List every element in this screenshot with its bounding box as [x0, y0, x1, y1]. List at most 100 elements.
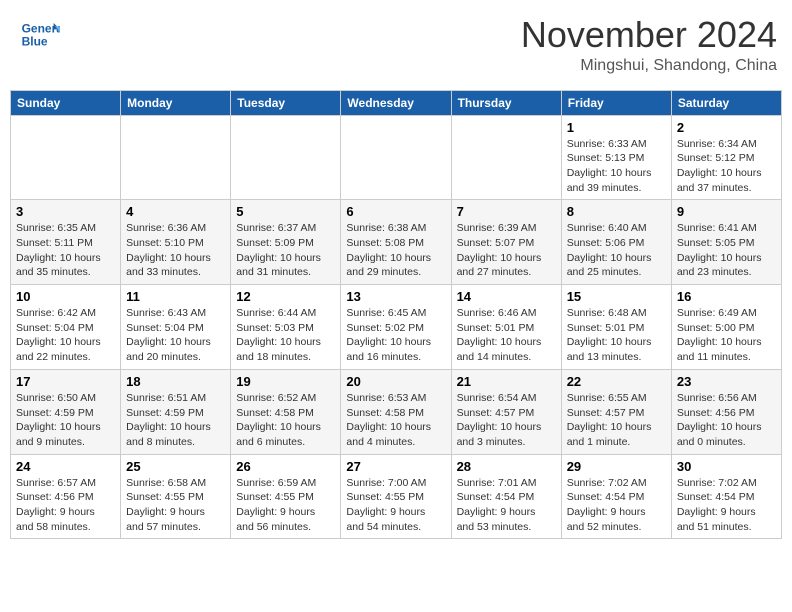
day-cell: 27 Sunrise: 7:00 AM Sunset: 4:55 PM Dayli…	[341, 454, 451, 539]
day-number: 2	[677, 120, 776, 135]
day-number: 30	[677, 459, 776, 474]
day-number: 19	[236, 374, 335, 389]
day-cell: 12Sunrise: 6:44 AM Sunset: 5:03 PM Dayli…	[231, 285, 341, 370]
day-cell	[341, 115, 451, 200]
day-cell: 8Sunrise: 6:40 AM Sunset: 5:06 PM Daylig…	[561, 200, 671, 285]
week-row-4: 24 Sunrise: 6:57 AM Sunset: 4:56 PM Dayli…	[11, 454, 782, 539]
day-info: Sunrise: 6:51 AM Sunset: 4:59 PM Dayligh…	[126, 391, 225, 450]
day-number: 20	[346, 374, 445, 389]
weekday-tuesday: Tuesday	[231, 90, 341, 115]
month-title: November 2024	[521, 15, 777, 55]
day-cell: 14 Sunrise: 6:46 AM Sunset: 5:01 PM Dayli…	[451, 285, 561, 370]
day-info: Sunrise: 6:56 AM Sunset: 4:56 PM Dayligh…	[677, 391, 776, 450]
day-cell: 3 Sunrise: 6:35 AM Sunset: 5:11 PM Daylig…	[11, 200, 121, 285]
weekday-monday: Monday	[121, 90, 231, 115]
day-info: Sunrise: 7:02 AM Sunset: 4:54 PM Dayligh…	[677, 476, 776, 535]
day-cell: 26Sunrise: 6:59 AM Sunset: 4:55 PM Dayli…	[231, 454, 341, 539]
day-info: Sunrise: 7:01 AM Sunset: 4:54 PM Dayligh…	[457, 476, 556, 535]
week-row-2: 10 Sunrise: 6:42 AM Sunset: 5:04 PM Dayli…	[11, 285, 782, 370]
day-number: 17	[16, 374, 115, 389]
day-info: Sunrise: 6:35 AM Sunset: 5:11 PM Dayligh…	[16, 221, 115, 280]
day-info: Sunrise: 6:57 AM Sunset: 4:56 PM Dayligh…	[16, 476, 115, 535]
day-number: 21	[457, 374, 556, 389]
day-info: Sunrise: 6:44 AM Sunset: 5:03 PM Dayligh…	[236, 306, 335, 365]
weekday-saturday: Saturday	[671, 90, 781, 115]
day-cell: 24 Sunrise: 6:57 AM Sunset: 4:56 PM Dayli…	[11, 454, 121, 539]
day-cell: 17 Sunrise: 6:50 AM Sunset: 4:59 PM Dayli…	[11, 369, 121, 454]
day-number: 16	[677, 289, 776, 304]
day-number: 27	[346, 459, 445, 474]
day-cell: 20 Sunrise: 6:53 AM Sunset: 4:58 PM Dayli…	[341, 369, 451, 454]
day-cell: 4Sunrise: 6:36 AM Sunset: 5:10 PM Daylig…	[121, 200, 231, 285]
day-info: Sunrise: 6:55 AM Sunset: 4:57 PM Dayligh…	[567, 391, 666, 450]
day-cell: 22 Sunrise: 6:55 AM Sunset: 4:57 PM Dayli…	[561, 369, 671, 454]
day-number: 1	[567, 120, 666, 135]
day-info: Sunrise: 6:50 AM Sunset: 4:59 PM Dayligh…	[16, 391, 115, 450]
week-row-0: 1 Sunrise: 6:33 AM Sunset: 5:13 PM Daylig…	[11, 115, 782, 200]
day-cell: 21 Sunrise: 6:54 AM Sunset: 4:57 PM Dayli…	[451, 369, 561, 454]
day-info: Sunrise: 6:33 AM Sunset: 5:13 PM Dayligh…	[567, 137, 666, 196]
day-cell: 9Sunrise: 6:41 AM Sunset: 5:05 PM Daylig…	[671, 200, 781, 285]
day-number: 3	[16, 204, 115, 219]
weekday-friday: Friday	[561, 90, 671, 115]
weekday-sunday: Sunday	[11, 90, 121, 115]
day-cell: 16 Sunrise: 6:49 AM Sunset: 5:00 PM Dayli…	[671, 285, 781, 370]
day-number: 22	[567, 374, 666, 389]
day-cell: 18Sunrise: 6:51 AM Sunset: 4:59 PM Dayli…	[121, 369, 231, 454]
day-number: 11	[126, 289, 225, 304]
day-cell: 23 Sunrise: 6:56 AM Sunset: 4:56 PM Dayli…	[671, 369, 781, 454]
day-number: 7	[457, 204, 556, 219]
week-row-1: 3 Sunrise: 6:35 AM Sunset: 5:11 PM Daylig…	[11, 200, 782, 285]
day-info: Sunrise: 6:46 AM Sunset: 5:01 PM Dayligh…	[457, 306, 556, 365]
day-cell: 2 Sunrise: 6:34 AM Sunset: 5:12 PM Daylig…	[671, 115, 781, 200]
day-number: 8	[567, 204, 666, 219]
day-number: 6	[346, 204, 445, 219]
day-info: Sunrise: 6:52 AM Sunset: 4:58 PM Dayligh…	[236, 391, 335, 450]
location: Mingshui, Shandong, China	[521, 57, 777, 75]
day-number: 14	[457, 289, 556, 304]
day-info: Sunrise: 6:42 AM Sunset: 5:04 PM Dayligh…	[16, 306, 115, 365]
day-cell: 29 Sunrise: 7:02 AM Sunset: 4:54 PM Dayli…	[561, 454, 671, 539]
day-info: Sunrise: 6:58 AM Sunset: 4:55 PM Dayligh…	[126, 476, 225, 535]
day-info: Sunrise: 6:39 AM Sunset: 5:07 PM Dayligh…	[457, 221, 556, 280]
day-info: Sunrise: 6:54 AM Sunset: 4:57 PM Dayligh…	[457, 391, 556, 450]
day-cell: 30 Sunrise: 7:02 AM Sunset: 4:54 PM Dayli…	[671, 454, 781, 539]
day-cell	[451, 115, 561, 200]
weekday-thursday: Thursday	[451, 90, 561, 115]
calendar-body: 1 Sunrise: 6:33 AM Sunset: 5:13 PM Daylig…	[11, 115, 782, 539]
logo-icon: General Blue	[20, 15, 60, 55]
day-cell: 15 Sunrise: 6:48 AM Sunset: 5:01 PM Dayli…	[561, 285, 671, 370]
day-cell: 11Sunrise: 6:43 AM Sunset: 5:04 PM Dayli…	[121, 285, 231, 370]
day-info: Sunrise: 6:34 AM Sunset: 5:12 PM Dayligh…	[677, 137, 776, 196]
day-info: Sunrise: 7:00 AM Sunset: 4:55 PM Dayligh…	[346, 476, 445, 535]
day-info: Sunrise: 6:49 AM Sunset: 5:00 PM Dayligh…	[677, 306, 776, 365]
day-cell: 1 Sunrise: 6:33 AM Sunset: 5:13 PM Daylig…	[561, 115, 671, 200]
day-cell	[11, 115, 121, 200]
weekday-wednesday: Wednesday	[341, 90, 451, 115]
day-number: 23	[677, 374, 776, 389]
day-cell	[231, 115, 341, 200]
day-number: 24	[16, 459, 115, 474]
logo: General Blue	[20, 15, 64, 55]
weekday-header: SundayMondayTuesdayWednesdayThursdayFrid…	[11, 90, 782, 115]
day-info: Sunrise: 6:53 AM Sunset: 4:58 PM Dayligh…	[346, 391, 445, 450]
day-cell: 25 Sunrise: 6:58 AM Sunset: 4:55 PM Dayli…	[121, 454, 231, 539]
day-cell: 6 Sunrise: 6:38 AM Sunset: 5:08 PM Daylig…	[341, 200, 451, 285]
day-info: Sunrise: 7:02 AM Sunset: 4:54 PM Dayligh…	[567, 476, 666, 535]
day-info: Sunrise: 6:45 AM Sunset: 5:02 PM Dayligh…	[346, 306, 445, 365]
day-number: 10	[16, 289, 115, 304]
day-cell: 19 Sunrise: 6:52 AM Sunset: 4:58 PM Dayli…	[231, 369, 341, 454]
day-number: 29	[567, 459, 666, 474]
day-number: 15	[567, 289, 666, 304]
day-info: Sunrise: 6:48 AM Sunset: 5:01 PM Dayligh…	[567, 306, 666, 365]
week-row-3: 17 Sunrise: 6:50 AM Sunset: 4:59 PM Dayli…	[11, 369, 782, 454]
svg-text:Blue: Blue	[22, 34, 48, 48]
day-cell	[121, 115, 231, 200]
day-info: Sunrise: 6:36 AM Sunset: 5:10 PM Dayligh…	[126, 221, 225, 280]
day-number: 25	[126, 459, 225, 474]
day-info: Sunrise: 6:38 AM Sunset: 5:08 PM Dayligh…	[346, 221, 445, 280]
calendar: SundayMondayTuesdayWednesdayThursdayFrid…	[10, 90, 782, 540]
day-info: Sunrise: 6:41 AM Sunset: 5:05 PM Dayligh…	[677, 221, 776, 280]
day-cell: 10 Sunrise: 6:42 AM Sunset: 5:04 PM Dayli…	[11, 285, 121, 370]
day-cell: 5Sunrise: 6:37 AM Sunset: 5:09 PM Daylig…	[231, 200, 341, 285]
